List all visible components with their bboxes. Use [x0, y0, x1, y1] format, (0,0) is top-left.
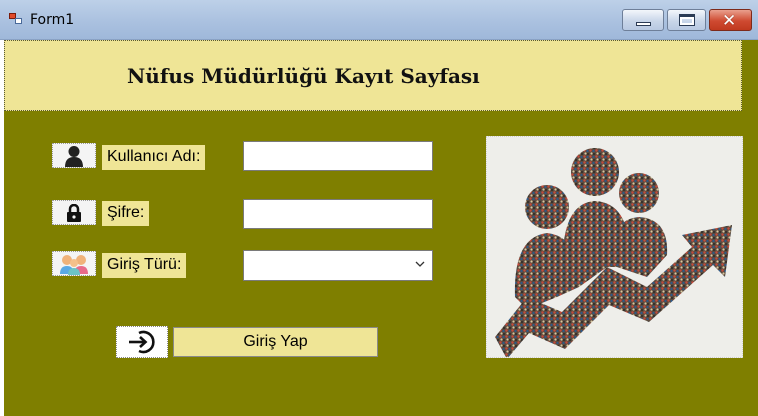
window-titlebar[interactable]: Form1 ✕	[0, 0, 758, 40]
minimize-button[interactable]	[622, 9, 664, 31]
username-label: Kullanıcı Adı:	[102, 145, 206, 170]
maximize-icon	[679, 14, 695, 26]
minimize-icon	[636, 22, 651, 26]
close-icon: ✕	[722, 11, 737, 31]
crowd-people-image	[486, 136, 743, 358]
page-title: Nüfus Müdürlüğü Kayıt Sayfası	[127, 64, 480, 88]
header-panel: Nüfus Müdürlüğü Kayıt Sayfası	[4, 40, 742, 111]
username-input[interactable]	[243, 141, 433, 171]
password-input[interactable]	[243, 199, 433, 229]
password-label: Şifre:	[102, 201, 150, 226]
form-client-area: Nüfus Müdürlüğü Kayıt Sayfası Kullanıcı …	[4, 40, 758, 416]
user-icon	[52, 143, 96, 168]
login-type-label: Giriş Türü:	[102, 253, 187, 278]
maximize-button[interactable]	[667, 9, 706, 31]
login-type-select[interactable]	[243, 250, 433, 281]
login-icon[interactable]	[116, 326, 168, 358]
chevron-down-icon	[415, 261, 425, 267]
people-icon	[52, 251, 96, 276]
app-icon	[9, 13, 23, 25]
lock-icon	[52, 200, 96, 225]
close-button[interactable]: ✕	[709, 9, 752, 31]
window-title: Form1	[30, 12, 75, 28]
login-button[interactable]: Giriş Yap	[173, 327, 378, 357]
